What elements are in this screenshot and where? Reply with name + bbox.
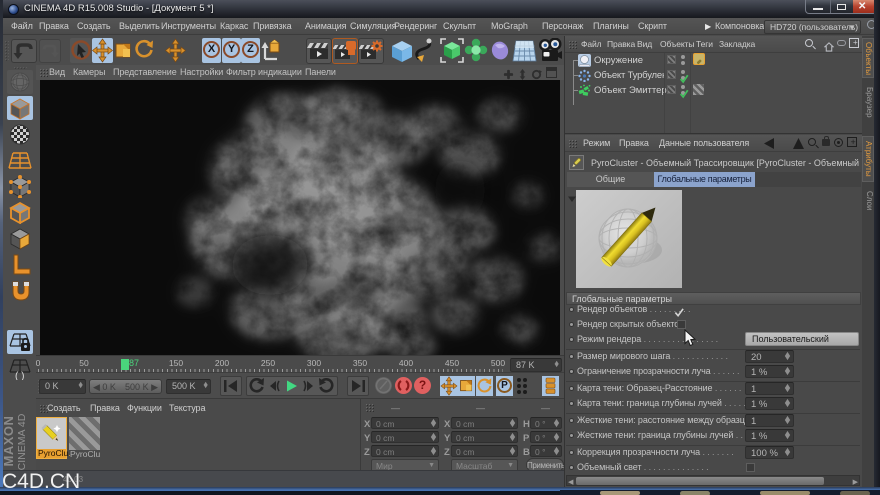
svg-text:( ): ( ) bbox=[15, 371, 24, 380]
